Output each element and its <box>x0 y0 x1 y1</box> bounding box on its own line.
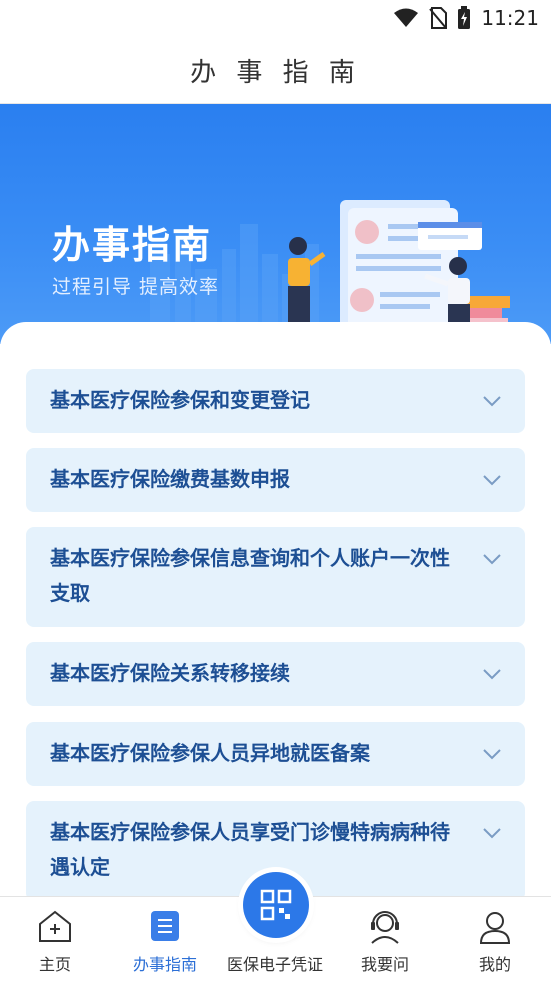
chevron-down-icon <box>483 475 501 486</box>
guide-item-label: 基本医疗保险参保信息查询和个人账户一次性 支取 <box>50 541 455 611</box>
guide-item[interactable]: 基本医疗保险缴费基数申报 <box>26 448 525 512</box>
guide-item-label: 基本医疗保险参保人员享受门诊慢特病病种待 遇认定 <box>50 815 455 885</box>
guide-item-label-line2: 支取 <box>50 581 90 605</box>
tab-guide[interactable]: 办事指南 <box>110 897 220 981</box>
tab-mine-label: 我的 <box>478 955 511 974</box>
chevron-down-icon <box>483 396 501 407</box>
guide-list: 基本医疗保险参保和变更登记 基本医疗保险缴费基数申报 基本医疗保险参保信息查询和… <box>0 322 551 896</box>
tab-mine[interactable]: 我的 <box>440 897 550 981</box>
guide-item-label: 基本医疗保险参保人员异地就医备案 <box>50 736 455 771</box>
guide-list-icon <box>151 911 179 941</box>
guide-item[interactable]: 基本医疗保险参保人员异地就医备案 <box>26 722 525 786</box>
status-time: 11:21 <box>481 6 539 30</box>
status-bar: 11:21 <box>0 0 551 37</box>
page-title: 办 事 指 南 <box>190 57 361 88</box>
guide-item-label-line1: 基本医疗保险参保信息查询和个人账户一次性 <box>50 546 450 570</box>
guide-item-label: 基本医疗保险缴费基数申报 <box>50 462 455 497</box>
chevron-down-icon <box>483 554 501 565</box>
guide-item[interactable]: 基本医疗保险参保信息查询和个人账户一次性 支取 <box>26 527 525 627</box>
qr-code-icon <box>260 889 292 921</box>
guide-item-label-line1: 基本医疗保险参保人员享受门诊慢特病病种待 <box>50 820 450 844</box>
tab-ask[interactable]: 我要问 <box>330 897 440 981</box>
tab-ask-label: 我要问 <box>360 955 409 974</box>
guide-item-label-line1: 基本医疗保险关系转移接续 <box>50 661 290 685</box>
chevron-down-icon <box>483 828 501 839</box>
guide-item-label: 基本医疗保险关系转移接续 <box>50 656 455 691</box>
guide-item-label-line1: 基本医疗保险参保和变更登记 <box>50 388 310 412</box>
battery-icon <box>458 6 471 29</box>
chevron-down-icon <box>483 749 501 760</box>
wifi-icon <box>394 8 419 27</box>
status-icons: 11:21 <box>393 6 539 30</box>
guide-item-label-line1: 基本医疗保险参保人员异地就医备案 <box>50 741 370 765</box>
banner: 办事指南 过程引导 提高效率 <box>0 104 551 344</box>
no-sim-icon <box>429 7 448 29</box>
user-icon <box>479 912 511 944</box>
chevron-down-icon <box>483 669 501 680</box>
qr-code-button[interactable] <box>243 872 309 938</box>
tab-voucher-label: 医保电子凭证 <box>226 955 323 974</box>
guide-item-label-line2: 遇认定 <box>50 855 110 879</box>
tab-guide-label: 办事指南 <box>132 955 197 974</box>
title-bar: 办 事 指 南 <box>0 37 551 104</box>
home-icon <box>39 910 71 942</box>
guide-item-label-line1: 基本医疗保险缴费基数申报 <box>50 467 290 491</box>
guide-item[interactable]: 基本医疗保险关系转移接续 <box>26 642 525 706</box>
guide-item[interactable]: 基本医疗保险参保和变更登记 <box>26 369 525 433</box>
tab-home-label: 主页 <box>38 955 71 974</box>
customer-service-icon <box>371 911 399 944</box>
banner-title: 办事指南 <box>52 223 213 267</box>
banner-subtitle: 过程引导 提高效率 <box>52 276 220 298</box>
tab-home[interactable]: 主页 <box>0 897 110 981</box>
guide-item-label: 基本医疗保险参保和变更登记 <box>50 383 455 418</box>
